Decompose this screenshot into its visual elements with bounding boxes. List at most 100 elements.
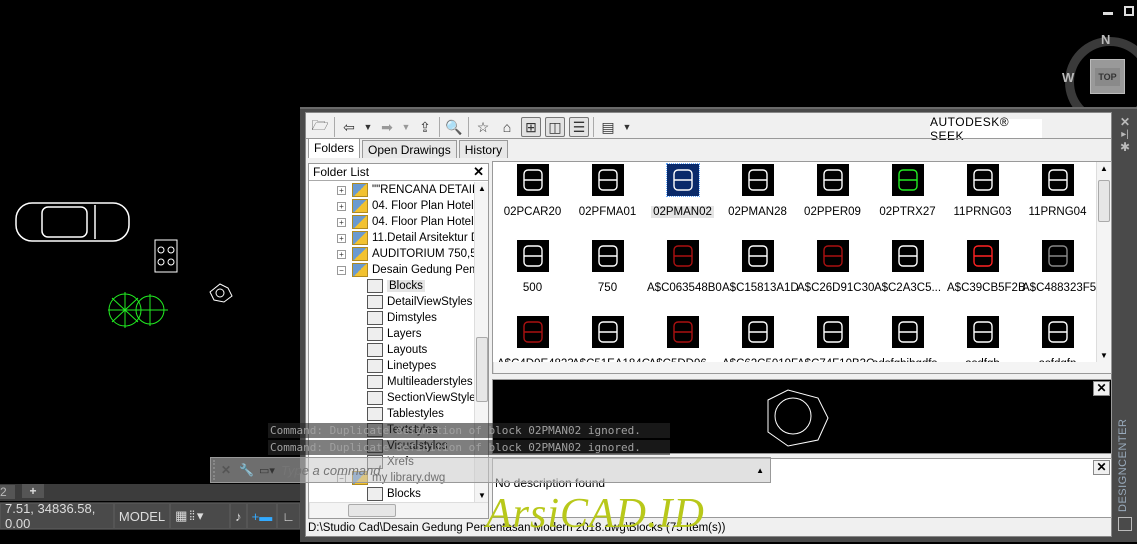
palette-menu-icon[interactable] <box>1118 517 1132 531</box>
properties-icon[interactable]: ✱ <box>1113 140 1137 154</box>
favorites-icon[interactable]: ☆ <box>473 117 493 137</box>
ortho-icon[interactable]: +▬ <box>246 503 278 529</box>
folder-tree-item[interactable]: Blocks <box>367 278 425 294</box>
block-item[interactable]: A$C063548B0 <box>645 240 722 294</box>
command-input[interactable] <box>281 462 757 478</box>
folder-tree-item[interactable]: +04. Floor Plan Hotel-M <box>337 214 474 230</box>
folder-tree-item[interactable]: +11.Detail Arsitektur Dr <box>337 230 474 246</box>
block-item[interactable]: A$C39CB5F2B <box>945 240 1026 294</box>
block-item[interactable]: 02PMAN28 <box>720 164 795 218</box>
block-thumbnail <box>741 164 774 196</box>
forward-dropdown-icon[interactable]: ▼ <box>401 117 411 137</box>
car-block <box>15 202 130 242</box>
customize-icon[interactable]: 🔧 <box>239 463 259 477</box>
folder-tree-item[interactable]: DetailViewStyles <box>367 294 472 310</box>
folder-tree-item[interactable]: Blocks <box>367 486 421 502</box>
expand-icon[interactable]: + <box>337 249 346 259</box>
folder-tree-item[interactable]: + AUDITORIUM 750,50 <box>337 246 474 262</box>
back-dropdown-icon[interactable]: ▼ <box>363 117 373 137</box>
close-description-icon[interactable]: ✕ <box>1093 460 1110 475</box>
block-item[interactable]: 500 <box>495 240 570 294</box>
block-item[interactable]: A$C488323F5 <box>1020 240 1096 294</box>
viewcube-west[interactable]: W <box>1062 70 1074 85</box>
close-preview-icon[interactable]: ✕ <box>1093 381 1110 396</box>
block-item[interactable]: 750 <box>570 240 645 294</box>
polar-icon[interactable]: ∟ <box>277 503 300 529</box>
restore-icon[interactable] <box>1124 6 1134 16</box>
home-icon[interactable]: ⌂ <box>497 117 517 137</box>
up-icon[interactable]: ⇪ <box>415 117 435 137</box>
folder-tree-item[interactable]: SectionViewStyles <box>367 390 474 406</box>
folder-tree-item[interactable]: Layouts <box>367 342 427 358</box>
autodesk-seek-logo[interactable]: AUTODESK® SEEK <box>930 115 1042 143</box>
item-type-icon <box>367 391 383 405</box>
folder-tree-item[interactable]: Tablestyles <box>367 406 444 422</box>
block-thumbnail <box>591 316 624 348</box>
block-item[interactable]: 11PRNG03 <box>945 164 1020 218</box>
coordinates-readout[interactable]: 7.51, 34836.58, 0.00 <box>0 501 114 531</box>
command-prompt-icon[interactable]: ▭▾ <box>259 464 281 477</box>
back-icon[interactable]: ⇦ <box>339 117 359 137</box>
forward-icon[interactable]: ➡ <box>377 117 397 137</box>
palette-vertical-scrollbar[interactable]: ▲ ▼ <box>1096 162 1111 362</box>
description-toggle-icon[interactable]: ☰ <box>569 117 589 137</box>
tab-history[interactable]: History <box>458 140 509 158</box>
folder-tree-label: Layers <box>387 328 422 340</box>
block-item[interactable]: 02PTRX27 <box>870 164 945 218</box>
expand-icon[interactable]: + <box>337 217 346 227</box>
drawing-canvas[interactable] <box>0 0 300 480</box>
folder-tree-item[interactable]: + ""RENCANA DETAIL <box>337 182 474 198</box>
preview-toggle-icon[interactable]: ◫ <box>545 117 565 137</box>
folder-tree-item[interactable]: Multileaderstyles <box>367 374 473 390</box>
expand-icon[interactable]: + <box>337 201 346 211</box>
expand-icon[interactable]: + <box>337 233 346 243</box>
search-icon[interactable]: 🔍 <box>444 117 464 137</box>
expand-icon[interactable]: + <box>337 185 346 195</box>
folder-tree-label: Layouts <box>387 344 428 356</box>
viewcube-face-label: TOP <box>1095 67 1120 86</box>
block-label: 02PMAN02 <box>651 206 714 218</box>
block-item[interactable]: A$C2A3C5... <box>870 240 945 294</box>
folder-list-horizontal-scrollbar[interactable] <box>309 502 488 518</box>
block-thumbnail <box>816 316 849 348</box>
block-item[interactable]: A$C26D91C30 <box>795 240 874 294</box>
collapse-icon[interactable]: − <box>337 265 346 275</box>
item-type-icon <box>367 279 383 293</box>
viewcube-north[interactable]: N <box>1101 32 1110 47</box>
load-icon[interactable]: 🗁 <box>310 117 330 137</box>
layout-tab[interactable]: 2 <box>0 485 15 499</box>
viewcube-top-face[interactable]: TOP <box>1090 59 1125 94</box>
add-layout-button[interactable]: + <box>22 484 44 498</box>
palette-title-bar[interactable]: ✕ ▸| ✱ DESIGNCENTER <box>1113 112 1137 544</box>
views-icon[interactable]: ▤ <box>598 117 618 137</box>
minimize-icon[interactable] <box>1103 12 1113 15</box>
command-history-toggle[interactable]: ▲ <box>756 466 764 475</box>
block-label: 500 <box>522 282 543 294</box>
grid-icon[interactable]: ▦ ⁞⁞ ▾ <box>170 503 231 529</box>
folder-tree-label: ""RENCANA DETAIL <box>372 184 474 196</box>
tab-folders[interactable]: Folders <box>308 138 361 158</box>
folder-tree-item[interactable]: Dimstyles <box>367 310 437 326</box>
drawing-folder-icon <box>352 199 368 213</box>
close-icon[interactable]: ✕ <box>473 164 484 180</box>
folder-tree-item[interactable]: − Desain Gedung Peme <box>337 262 474 278</box>
block-item[interactable]: 02PPER09 <box>795 164 870 218</box>
block-item[interactable]: 11PRNG04 <box>1020 164 1095 218</box>
block-item[interactable]: 02PFMA01 <box>570 164 645 218</box>
command-grip[interactable] <box>213 460 221 480</box>
auto-hide-icon[interactable]: ▸| <box>1113 129 1137 140</box>
block-item[interactable]: 02PMAN02 <box>645 163 720 218</box>
palette-horizontal-scrollbar[interactable] <box>493 362 1111 373</box>
folder-tree-item[interactable]: Layers <box>367 326 422 342</box>
tree-view-toggle-icon[interactable]: ⊞ <box>521 117 541 137</box>
close-command-icon[interactable]: ✕ <box>221 463 239 477</box>
folder-tree-item[interactable]: Linetypes <box>367 358 436 374</box>
views-dropdown-icon[interactable]: ▼ <box>622 117 632 137</box>
close-palette-icon[interactable]: ✕ <box>1113 115 1137 129</box>
block-item[interactable]: 02PCAR20 <box>495 164 570 218</box>
folder-tree-item[interactable]: +04. Floor Plan Hotel-M <box>337 198 474 214</box>
snap-icon[interactable]: ♪ <box>230 503 247 529</box>
model-space-button[interactable]: MODEL <box>113 503 171 529</box>
tab-open-drawings[interactable]: Open Drawings <box>362 140 457 158</box>
block-item[interactable]: A$C15813A1D <box>720 240 799 294</box>
